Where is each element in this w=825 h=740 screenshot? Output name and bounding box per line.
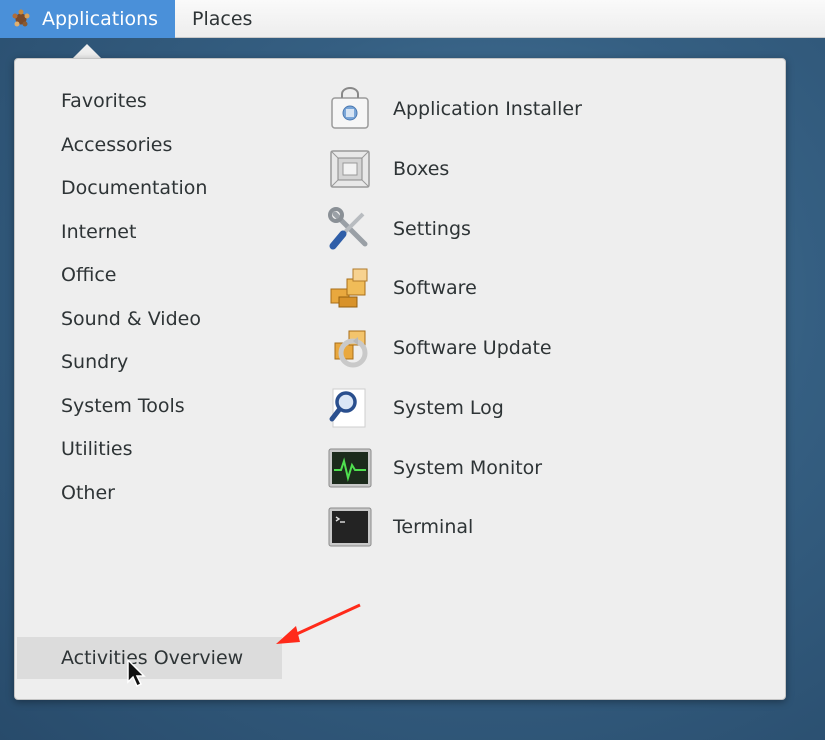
- terminal-icon: [328, 507, 372, 547]
- applications-menu-label: Applications: [42, 8, 159, 30]
- category-utilities[interactable]: Utilities: [61, 435, 133, 463]
- app-label: Software: [393, 277, 477, 299]
- app-boxes[interactable]: Boxes: [327, 145, 449, 193]
- app-label: System Log: [393, 397, 504, 419]
- gnome-foot-icon: [12, 9, 30, 27]
- annotation-arrow-icon: [276, 603, 361, 644]
- category-documentation[interactable]: Documentation: [61, 174, 207, 202]
- applications-menu-button[interactable]: Applications: [0, 0, 175, 38]
- package-bag-icon: [331, 87, 369, 129]
- tools-icon: [328, 207, 368, 250]
- app-label: System Monitor: [393, 457, 543, 479]
- activities-overview-label: Activities Overview: [61, 647, 244, 669]
- category-label: Internet: [61, 221, 137, 243]
- category-label: Favorites: [61, 90, 147, 112]
- category-accessories[interactable]: Accessories: [61, 131, 172, 159]
- app-label: Boxes: [393, 158, 450, 180]
- mouse-cursor-icon: [127, 658, 146, 688]
- app-settings[interactable]: Settings: [327, 205, 471, 253]
- app-label: Application Installer: [393, 98, 582, 120]
- system-log-icon: [329, 388, 366, 428]
- category-label: System Tools: [61, 395, 185, 417]
- app-label: Software Update: [393, 337, 552, 359]
- app-software-update[interactable]: Software Update: [327, 324, 552, 372]
- category-label: Other: [61, 482, 115, 504]
- category-favorites[interactable]: Favorites: [61, 87, 147, 115]
- category-label: Sound & Video: [61, 308, 201, 330]
- category-system-tools[interactable]: System Tools: [61, 392, 185, 420]
- category-office[interactable]: Office: [61, 261, 116, 289]
- app-system-monitor[interactable]: System Monitor: [327, 444, 542, 492]
- app-label: Settings: [393, 218, 471, 240]
- boxes-icon: [330, 150, 370, 188]
- app-label: Terminal: [393, 516, 474, 538]
- category-internet[interactable]: Internet: [61, 218, 136, 246]
- category-label: Documentation: [61, 177, 208, 199]
- category-sound-video[interactable]: Sound & Video: [61, 305, 201, 333]
- app-terminal[interactable]: Terminal: [327, 503, 473, 551]
- places-menu-label: Places: [192, 8, 253, 30]
- category-sundry[interactable]: Sundry: [61, 348, 128, 376]
- system-monitor-icon: [328, 448, 372, 488]
- activities-overview-item[interactable]: Activities Overview: [17, 637, 282, 679]
- category-other[interactable]: Other: [61, 479, 115, 507]
- places-menu-button[interactable]: Places: [178, 0, 266, 38]
- applications-menu-panel: Favorites Accessories Documentation Inte…: [14, 58, 786, 700]
- software-icon: [330, 268, 368, 308]
- app-software[interactable]: Software: [327, 264, 477, 312]
- app-application-installer[interactable]: Application Installer: [327, 85, 582, 133]
- category-label: Sundry: [61, 351, 129, 373]
- category-label: Office: [61, 264, 117, 286]
- menu-pointer: [72, 44, 102, 59]
- category-label: Accessories: [61, 134, 173, 156]
- top-bar: Applications Places: [0, 0, 825, 38]
- app-system-log[interactable]: System Log: [327, 384, 504, 432]
- category-label: Utilities: [61, 438, 133, 460]
- software-update-icon: [334, 330, 368, 368]
